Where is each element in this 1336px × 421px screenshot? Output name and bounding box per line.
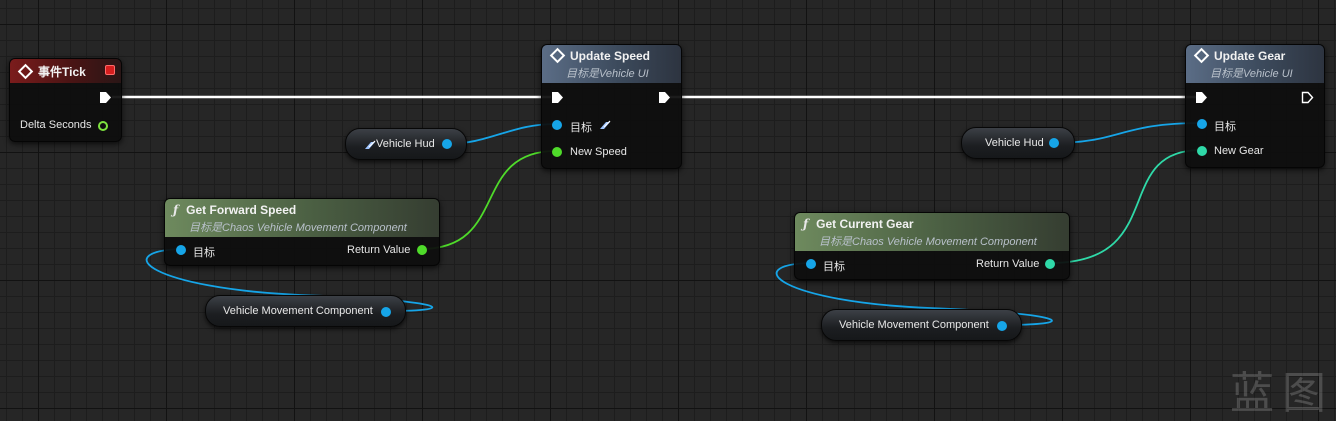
blueprint-watermark: 蓝图 bbox=[1230, 368, 1334, 419]
update-speed-header[interactable]: Update Speed 目标是Vehicle UI bbox=[542, 45, 681, 83]
target-label: 目标 bbox=[823, 261, 845, 273]
get-forward-speed-subtitle: 目标是Chaos Vehicle Movement Component bbox=[189, 221, 407, 234]
vehicle-hud-icon bbox=[365, 140, 376, 149]
new-gear-label: New Gear bbox=[1214, 145, 1264, 157]
vehicle-movement-component-label: Vehicle Movement Component bbox=[839, 319, 989, 331]
exec-input-pin[interactable] bbox=[551, 91, 564, 104]
function-icon: ƒ bbox=[803, 216, 809, 231]
get-current-gear-node[interactable]: ƒ Get Current Gear 目标是Chaos Vehicle Move… bbox=[794, 212, 1070, 280]
delta-seconds-pin[interactable] bbox=[98, 121, 108, 131]
get-forward-speed-header[interactable]: ƒ Get Forward Speed 目标是Chaos Vehicle Mov… bbox=[165, 199, 439, 237]
return-value-label: Return Value bbox=[976, 258, 1040, 270]
vehicle-hud-output-pin[interactable] bbox=[1049, 138, 1059, 148]
vehicle-hud-variable-node[interactable]: Vehicle Hud bbox=[345, 128, 467, 160]
new-gear-pin[interactable] bbox=[1197, 146, 1207, 156]
vehicle-movement-component-output-pin[interactable] bbox=[381, 307, 391, 317]
get-forward-speed-node[interactable]: ƒ Get Forward Speed 目标是Chaos Vehicle Mov… bbox=[164, 198, 440, 266]
function-call-icon bbox=[549, 47, 566, 64]
wire-forward-speed-to-new-speed bbox=[420, 150, 557, 250]
event-tick-node[interactable]: 事件Tick Delta Seconds bbox=[9, 58, 122, 142]
new-speed-label: New Speed bbox=[570, 146, 627, 158]
return-value-pin[interactable] bbox=[1045, 259, 1055, 269]
new-speed-pin[interactable] bbox=[552, 147, 562, 157]
wire-current-gear-to-new-gear bbox=[1049, 149, 1202, 264]
vehicle-movement-component-variable-node[interactable]: Vehicle Movement Component bbox=[205, 295, 406, 327]
target-label: 目标 bbox=[1214, 121, 1236, 133]
update-gear-title: Update Gear bbox=[1214, 48, 1286, 63]
get-current-gear-subtitle: 目标是Chaos Vehicle Movement Component bbox=[819, 235, 1037, 248]
update-gear-node[interactable]: Update Gear 目标是Vehicle UI 目标 New Gear bbox=[1185, 44, 1325, 168]
event-diamond-icon bbox=[17, 63, 34, 80]
function-icon: ƒ bbox=[173, 202, 179, 217]
vehicle-hud-variable-node[interactable]: Vehicle Hud bbox=[961, 127, 1075, 159]
update-speed-title: Update Speed bbox=[570, 48, 651, 63]
target-label: 目标 bbox=[570, 122, 592, 134]
get-current-gear-header[interactable]: ƒ Get Current Gear 目标是Chaos Vehicle Move… bbox=[795, 213, 1069, 251]
update-speed-subtitle: 目标是Vehicle UI bbox=[566, 67, 649, 80]
target-pin[interactable] bbox=[806, 259, 816, 269]
vehicle-hud-output-pin[interactable] bbox=[442, 139, 452, 149]
vehicle-hud-label: Vehicle Hud bbox=[985, 137, 1044, 149]
delta-seconds-label: Delta Seconds bbox=[20, 119, 92, 131]
update-gear-subtitle: 目标是Vehicle UI bbox=[1210, 67, 1293, 80]
exec-output-pin-unconnected[interactable] bbox=[1301, 91, 1314, 104]
stop-delegate-icon[interactable] bbox=[105, 65, 115, 75]
vehicle-movement-component-variable-node[interactable]: Vehicle Movement Component bbox=[821, 309, 1022, 341]
vehicle-movement-component-output-pin[interactable] bbox=[997, 321, 1007, 331]
wire-hud-to-update-gear-target bbox=[1052, 122, 1202, 144]
return-value-label: Return Value bbox=[347, 244, 411, 256]
target-pin[interactable] bbox=[176, 245, 186, 255]
exec-output-pin[interactable] bbox=[658, 91, 671, 104]
event-tick-title: 事件Tick bbox=[38, 65, 86, 79]
return-value-pin[interactable] bbox=[417, 245, 427, 255]
exec-input-pin[interactable] bbox=[1195, 91, 1208, 104]
target-label: 目标 bbox=[193, 247, 215, 259]
vehicle-movement-component-label: Vehicle Movement Component bbox=[223, 305, 373, 317]
get-current-gear-title: Get Current Gear bbox=[816, 216, 914, 231]
target-pin[interactable] bbox=[1197, 119, 1207, 129]
target-pin[interactable] bbox=[552, 120, 562, 130]
vehicle-hud-label: Vehicle Hud bbox=[376, 138, 435, 150]
update-speed-node[interactable]: Update Speed 目标是Vehicle UI 目标 New Speed bbox=[541, 44, 682, 169]
vehicle-hud-icon bbox=[600, 120, 611, 129]
get-forward-speed-title: Get Forward Speed bbox=[186, 202, 297, 217]
update-gear-header[interactable]: Update Gear 目标是Vehicle UI bbox=[1186, 45, 1324, 83]
function-call-icon bbox=[1193, 47, 1210, 64]
exec-output-pin[interactable] bbox=[99, 91, 112, 104]
